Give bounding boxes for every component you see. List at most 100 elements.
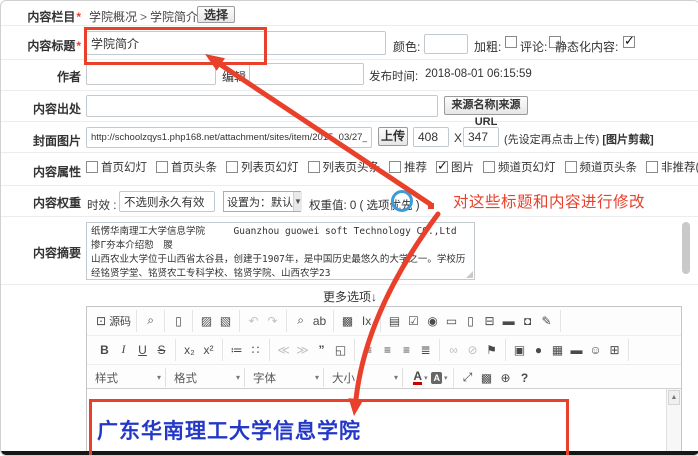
checkbox-icon[interactable] (389, 161, 401, 173)
breadcrumb-link-overview[interactable]: 学院概况 (89, 10, 137, 24)
crop-image-link[interactable]: [图片剪裁] (602, 134, 653, 146)
attribute-checkbox-item[interactable]: 推荐 (389, 159, 427, 175)
attribute-checkbox-item[interactable]: 首页幻灯 (86, 159, 147, 175)
text-field-icon[interactable]: ▭ (443, 312, 460, 330)
resize-grip[interactable] (466, 271, 473, 278)
title-color-input[interactable] (424, 34, 468, 54)
radio-icon[interactable]: ◉ (424, 312, 441, 330)
checkbox-icon[interactable]: ☑ (405, 312, 422, 330)
bold-checkbox[interactable] (505, 36, 517, 48)
source-name-url-button[interactable]: 来源名称|来源URL (444, 96, 528, 115)
checkbox-icon[interactable] (483, 161, 495, 173)
find-icon[interactable]: ⌕ (292, 312, 309, 330)
author-input[interactable] (86, 63, 216, 85)
bg-color-button[interactable]: A▾ (431, 369, 448, 387)
source-icon[interactable]: ⊡源码 (96, 312, 131, 330)
anchor-icon[interactable]: ⚑ (483, 341, 500, 359)
cover-label: 封面图片 (1, 132, 81, 149)
more-options-link[interactable]: 更多选项↓ (1, 288, 698, 305)
attribute-checkbox-item[interactable]: 列表页幻灯 (226, 159, 299, 175)
about-icon[interactable]: ? (516, 369, 533, 387)
div-container-icon[interactable]: ◱ (332, 341, 349, 359)
subscript-icon[interactable]: x₂ (181, 341, 198, 359)
cover-url-input[interactable] (86, 127, 372, 148)
attribute-checkbox-item[interactable]: 列表页头条 (308, 159, 381, 175)
paste-text-icon[interactable]: ▨ (198, 312, 215, 330)
hidden-field-icon[interactable]: ✎ (538, 312, 555, 330)
weight-set-select[interactable]: 设置为：默认 ▼ (223, 191, 301, 212)
underline-icon[interactable]: U (134, 341, 151, 359)
select-all-icon[interactable]: ▩ (339, 312, 356, 330)
static-content-checkbox[interactable] (623, 36, 635, 48)
italic-icon[interactable]: I (115, 341, 132, 359)
checkbox-icon[interactable] (436, 161, 448, 173)
page-break-icon[interactable]: ⊞ (606, 341, 623, 359)
template-icon[interactable]: ▯ (170, 312, 187, 330)
paste-word-icon[interactable]: ▧ (217, 312, 234, 330)
textarea-icon[interactable]: ▯ (462, 312, 479, 330)
table-icon[interactable]: ▦ (549, 341, 566, 359)
maximize-icon[interactable]: ⤢ (459, 369, 476, 387)
align-left-icon[interactable]: ≡ (360, 341, 377, 359)
text-color-button[interactable]: A▾ (412, 369, 429, 387)
page-scrollbar-thumb[interactable] (682, 222, 690, 274)
smiley-icon[interactable]: ☺ (587, 341, 604, 359)
select-category-button[interactable]: 选择 (197, 6, 235, 23)
size-combo[interactable]: 大小▾ (328, 368, 403, 387)
attribute-label: 首页幻灯 (101, 159, 147, 175)
form-icon[interactable]: ▤ (386, 312, 403, 330)
align-right-icon[interactable]: ≡ (398, 341, 415, 359)
checkbox-icon[interactable] (226, 161, 238, 173)
bulleted-list-icon[interactable]: ∷ (247, 341, 264, 359)
align-center-icon[interactable]: ≡ (379, 341, 396, 359)
button-icon[interactable]: ▬ (500, 312, 517, 330)
divider (1, 59, 698, 60)
format-combo[interactable]: 格式▾ (170, 368, 245, 387)
attribute-checkbox-item[interactable]: 首页头条 (156, 159, 217, 175)
publish-time-value: 2018-08-01 06:15:59 (425, 68, 532, 80)
image-icon[interactable]: ▣ (511, 341, 528, 359)
show-blocks-icon[interactable]: ▩ (478, 369, 495, 387)
editor-content-area[interactable]: 广东华南理工大学信息学院 ▲ (87, 388, 681, 456)
checkbox-icon[interactable] (308, 161, 320, 173)
combo-group: 样式▾格式▾字体▾大小▾ (91, 365, 407, 390)
flash-icon[interactable]: ● (530, 341, 547, 359)
summary-textarea[interactable]: 纸愣华南理工大学信息学院 Guanzhou guowei soft Techno… (86, 222, 475, 280)
strikethrough-icon[interactable]: S (153, 341, 170, 359)
style-combo[interactable]: 样式▾ (91, 368, 166, 387)
size-x-label: X (454, 131, 462, 145)
remove-format-icon[interactable]: Ix (358, 312, 375, 330)
checkbox-icon[interactable] (156, 161, 168, 173)
preview-icon[interactable]: ⌕ (142, 312, 159, 330)
image-button-icon[interactable]: ◘ (519, 312, 536, 330)
select-field-icon[interactable]: ⊟ (481, 312, 498, 330)
combo-label: 样式 (95, 370, 118, 386)
blockquote-icon[interactable]: ” (313, 341, 330, 359)
replace-icon[interactable]: ab (311, 312, 328, 330)
checkbox-icon[interactable] (565, 161, 577, 173)
align-justify-icon[interactable]: ≣ (417, 341, 434, 359)
time-limit-input[interactable] (119, 191, 215, 212)
editor-input[interactable] (249, 63, 364, 85)
cover-height-input[interactable] (463, 127, 499, 147)
horizontal-rule-icon[interactable]: ▬ (568, 341, 585, 359)
superscript-icon[interactable]: x² (200, 341, 217, 359)
title-input[interactable] (86, 31, 386, 55)
bold-icon[interactable]: B (96, 341, 113, 359)
attribute-checkbox-item[interactable]: 频道页头条 (565, 159, 638, 175)
attribute-checkbox-item[interactable]: 图片 (436, 159, 474, 175)
font-combo[interactable]: 字体▾ (249, 368, 324, 387)
document-props-icon[interactable]: ⊕ (497, 369, 514, 387)
scroll-up-icon[interactable]: ▲ (668, 390, 680, 405)
checkbox-icon[interactable] (86, 161, 98, 173)
editor-scrollbar[interactable]: ▲ (666, 389, 681, 456)
attribute-checkbox-item[interactable]: 频道页幻灯 (483, 159, 556, 175)
cover-width-input[interactable] (413, 127, 449, 147)
upload-button[interactable]: 上传 (378, 127, 408, 146)
checkbox-icon[interactable] (646, 161, 658, 173)
breadcrumb-link-intro[interactable]: 学院简介 (150, 10, 198, 24)
attribute-checkbox-item[interactable]: 非推荐(默认无需设置) (646, 159, 698, 175)
numbered-list-icon[interactable]: ≔ (228, 341, 245, 359)
source-input[interactable] (86, 95, 438, 117)
chevron-down-icon: ▾ (236, 373, 240, 382)
